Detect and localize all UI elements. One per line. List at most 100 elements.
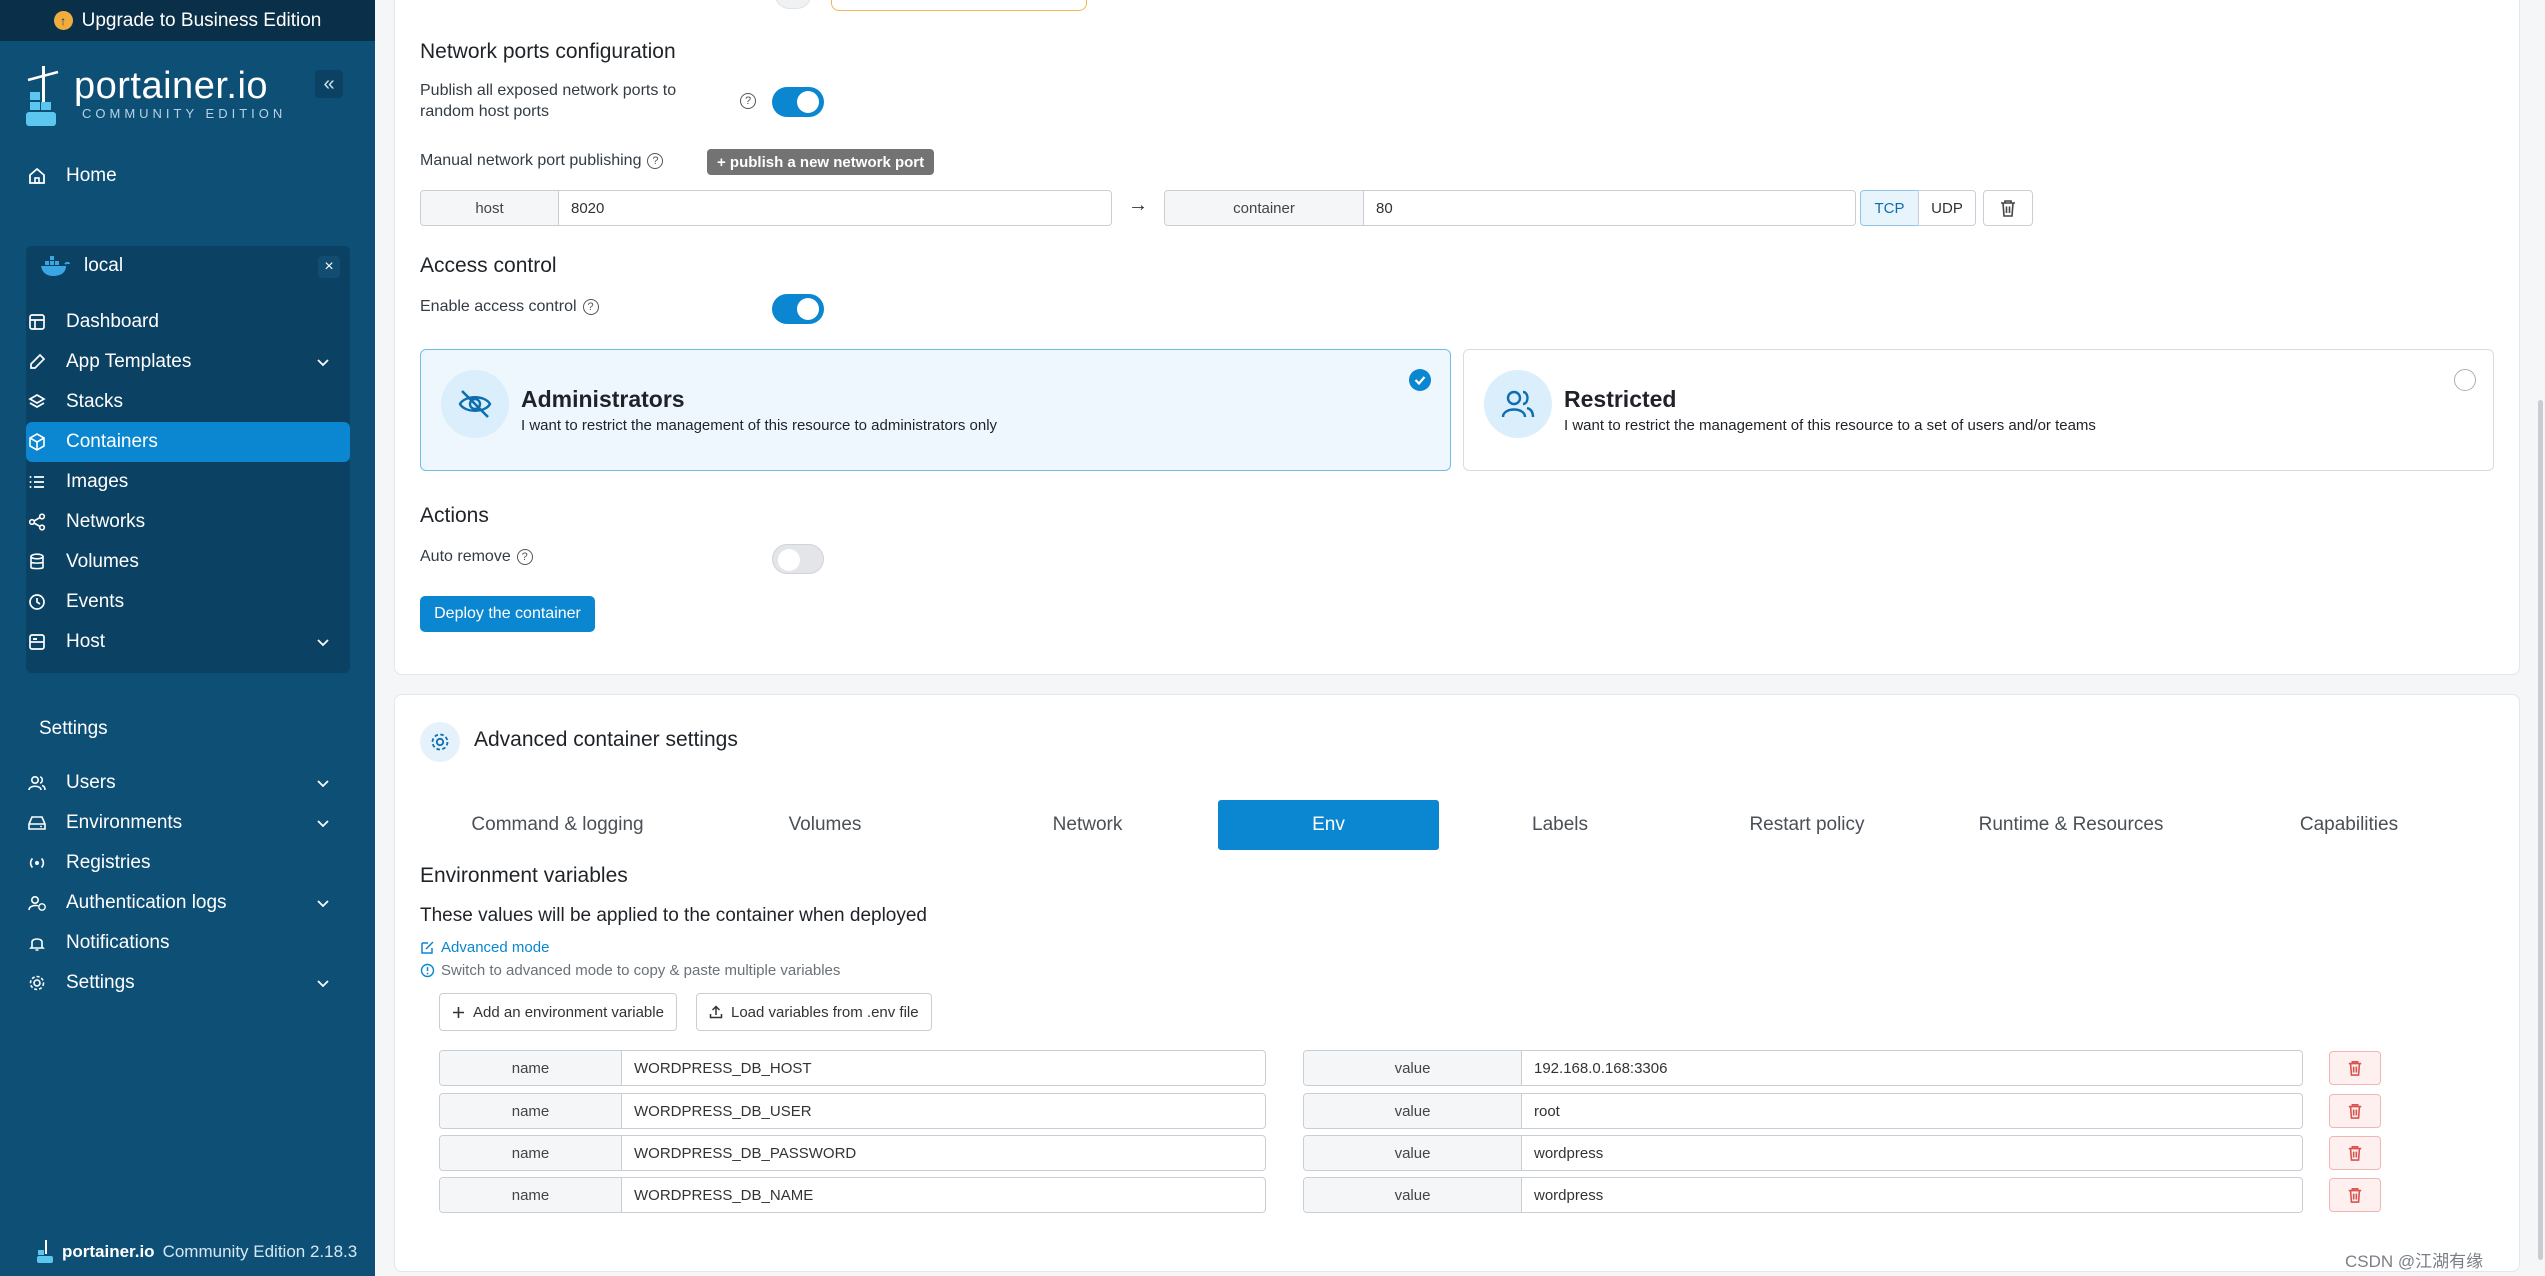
- hdd-icon: [26, 812, 48, 834]
- tab-env[interactable]: Env: [1218, 800, 1439, 850]
- env-variables-subtitle: These values will be applied to the cont…: [420, 905, 927, 926]
- env-name-input[interactable]: WORDPRESS_DB_HOST: [622, 1051, 1265, 1085]
- env-name-input[interactable]: WORDPRESS_DB_USER: [622, 1094, 1265, 1128]
- tab-network[interactable]: Network: [955, 800, 1220, 850]
- plus-icon: [453, 1006, 464, 1018]
- upgrade-banner[interactable]: ↑ Upgrade to Business Edition: [0, 0, 375, 41]
- env-name-input[interactable]: WORDPRESS_DB_NAME: [622, 1178, 1265, 1212]
- sidebar-item-label: Settings: [66, 972, 135, 993]
- environment-name: local: [84, 255, 124, 276]
- publish-all-toggle[interactable]: [772, 87, 824, 117]
- sidebar: ↑ Upgrade to Business Edition portainer.…: [0, 0, 375, 1276]
- help-icon[interactable]: ?: [516, 548, 533, 565]
- remove-env-variable-button[interactable]: [2329, 1094, 2381, 1128]
- help-icon[interactable]: ?: [582, 298, 599, 315]
- administrators-radio[interactable]: [1409, 369, 1431, 391]
- advanced-settings-title: Advanced container settings: [474, 728, 738, 751]
- environment-header[interactable]: local ×: [26, 246, 350, 286]
- tab-runtime-resources[interactable]: Runtime & Resources: [1933, 800, 2209, 850]
- portainer-logo[interactable]: portainer.io COMMUNITY EDITION: [24, 66, 286, 128]
- restricted-radio[interactable]: [2454, 369, 2476, 391]
- sidebar-item-label: Containers: [66, 431, 158, 452]
- sidebar-item-networks[interactable]: Networks: [26, 502, 350, 542]
- portainer-logo-icon: [26, 66, 59, 126]
- env-value-input[interactable]: root: [1522, 1094, 2302, 1128]
- sidebar-item-users[interactable]: Users: [26, 763, 350, 803]
- env-value-input[interactable]: 192.168.0.168:3306: [1522, 1051, 2302, 1085]
- access-control-toggle[interactable]: [772, 294, 824, 324]
- env-value-input[interactable]: wordpress: [1522, 1136, 2302, 1170]
- host-addon: host: [421, 191, 559, 225]
- tab-restart-policy[interactable]: Restart policy: [1681, 800, 1933, 850]
- advanced-mode-link[interactable]: Advanced mode: [420, 939, 549, 956]
- udp-button[interactable]: UDP: [1918, 190, 1976, 226]
- brand-edition: COMMUNITY EDITION: [82, 106, 287, 121]
- add-env-variable-label: Add an environment variable: [473, 1003, 664, 1021]
- arrow-right-icon: →: [1128, 194, 1148, 216]
- watermark: CSDN @江湖有缘: [2345, 1252, 2484, 1271]
- remove-env-variable-button[interactable]: [2329, 1051, 2381, 1085]
- sidebar-item-events[interactable]: Events: [26, 582, 350, 622]
- sidebar-item-home[interactable]: Home: [26, 156, 350, 196]
- chevron-down-icon: [317, 820, 329, 828]
- host-port-input[interactable]: 8020: [559, 191, 1111, 225]
- deploy-container-button[interactable]: Deploy the container: [420, 596, 595, 632]
- trash-icon: [2348, 1187, 2362, 1203]
- add-env-variable-button[interactable]: Add an environment variable: [439, 993, 677, 1031]
- env-name-input[interactable]: WORDPRESS_DB_PASSWORD: [622, 1136, 1265, 1170]
- value-addon: value: [1304, 1136, 1522, 1170]
- layers-icon: [26, 391, 48, 413]
- sidebar-item-authentication-logs[interactable]: Authentication logs: [26, 883, 350, 923]
- env-value-input[interactable]: wordpress: [1522, 1178, 2302, 1212]
- restricted-description: I want to restrict the management of thi…: [1564, 417, 2096, 434]
- sidebar-item-label: Networks: [66, 511, 146, 532]
- bell-icon: [26, 932, 48, 954]
- sidebar-item-volumes[interactable]: Volumes: [26, 542, 350, 582]
- server-icon: [26, 631, 48, 653]
- upload-icon: [709, 1005, 723, 1019]
- sidebar-item-settings[interactable]: Settings: [26, 963, 350, 1003]
- container-port-input[interactable]: 80: [1364, 191, 1855, 225]
- tab-command-logging[interactable]: Command & logging: [420, 800, 695, 850]
- sidebar-item-label: Notifications: [66, 932, 170, 953]
- restricted-option[interactable]: Restricted I want to restrict the manage…: [1463, 349, 2494, 471]
- sidebar-item-environments[interactable]: Environments: [26, 803, 350, 843]
- sidebar-item-notifications[interactable]: Notifications: [26, 923, 350, 963]
- footer-brand: portainer.io Community Edition 2.18.3: [36, 1240, 357, 1264]
- sidebar-item-images[interactable]: Images: [26, 462, 350, 502]
- restricted-title: Restricted: [1564, 386, 1677, 412]
- administrators-option[interactable]: Administrators I want to restrict the ma…: [420, 349, 1451, 471]
- remove-env-variable-button[interactable]: [2329, 1178, 2381, 1212]
- tab-capabilities[interactable]: Capabilities: [2209, 800, 2489, 850]
- share-icon: [26, 511, 48, 533]
- remove-port-button[interactable]: [1983, 190, 2033, 226]
- sidebar-item-dashboard[interactable]: Dashboard: [26, 302, 350, 342]
- tcp-button[interactable]: TCP: [1860, 190, 1919, 226]
- remove-env-variable-button[interactable]: [2329, 1136, 2381, 1170]
- upgrade-icon: ↑: [53, 11, 73, 30]
- actions-title: Actions: [420, 504, 489, 527]
- sidebar-item-containers[interactable]: Containers: [26, 422, 350, 462]
- sidebar-item-registries[interactable]: Registries: [26, 843, 350, 883]
- env-variables-title: Environment variables: [420, 864, 628, 887]
- auto-remove-label: Auto remove?: [420, 548, 533, 566]
- info-icon: [420, 963, 435, 978]
- publish-new-port-button[interactable]: + publish a new network port: [707, 149, 935, 175]
- page-scrollbar[interactable]: [2538, 400, 2543, 1260]
- sidebar-item-stacks[interactable]: Stacks: [26, 382, 350, 422]
- create-container-card: [394, 0, 2520, 675]
- load-env-file-button[interactable]: Load variables from .env file: [696, 993, 932, 1031]
- container-addon: container: [1165, 191, 1364, 225]
- help-icon[interactable]: ?: [740, 93, 756, 109]
- sidebar-item-host[interactable]: Host: [26, 622, 350, 662]
- collapse-sidebar-button[interactable]: «: [315, 70, 343, 98]
- sidebar-item-label: Host: [66, 631, 106, 652]
- tab-labels[interactable]: Labels: [1439, 800, 1681, 850]
- tab-volumes[interactable]: Volumes: [695, 800, 955, 850]
- auto-remove-toggle[interactable]: [772, 544, 824, 574]
- help-icon[interactable]: ?: [647, 152, 664, 169]
- close-environment-button[interactable]: ×: [318, 256, 340, 278]
- brand-name: portainer.io: [74, 65, 269, 107]
- list-icon: [26, 471, 48, 493]
- sidebar-item-app-templates[interactable]: App Templates: [26, 342, 350, 382]
